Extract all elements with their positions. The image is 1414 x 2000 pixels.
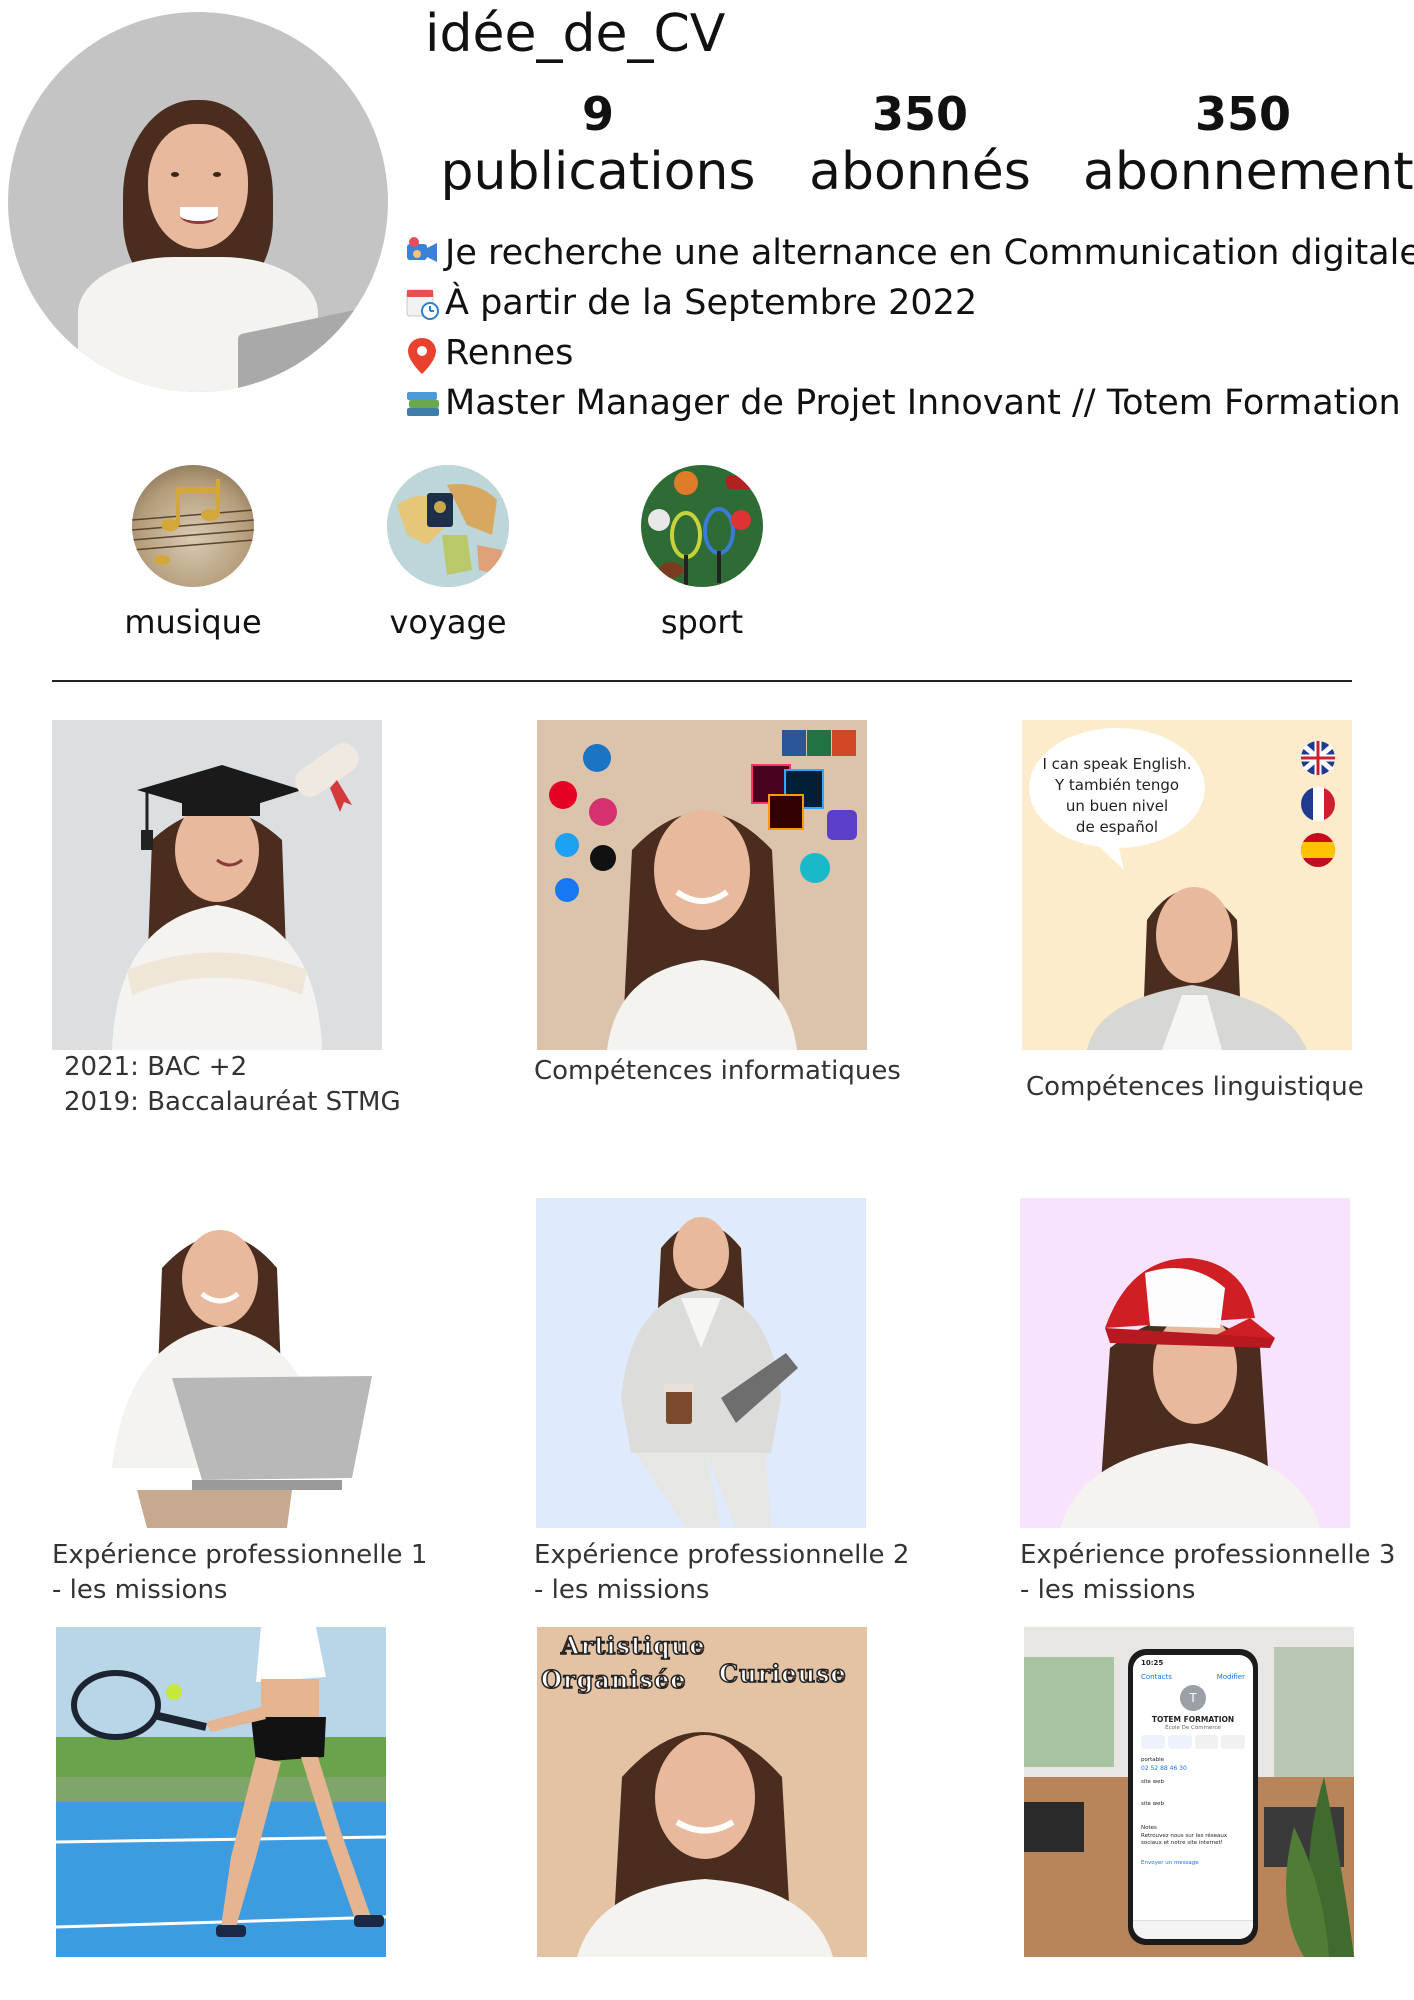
quality-word: Artistique: [560, 1630, 706, 1661]
cap-photo: [1060, 1258, 1320, 1528]
highlight-sport[interactable]: sport: [641, 465, 763, 641]
post-school-contact[interactable]: 10:25 Contacts Modifier T TOTEM FORMATIO…: [1024, 1627, 1354, 1957]
post-experience-3[interactable]: [1020, 1198, 1350, 1528]
bio-line-date: À partir de la Septembre 2022: [406, 280, 978, 326]
bio-text: À partir de la Septembre 2022: [445, 283, 978, 323]
profile-avatar[interactable]: [8, 12, 388, 392]
books-icon: [405, 386, 439, 420]
spain-flag-icon: [1301, 833, 1335, 867]
laptop-photo: [112, 1230, 372, 1528]
phone-frame: 10:25 Contacts Modifier T TOTEM FORMATIO…: [1128, 1649, 1258, 1945]
web-label-2: site web: [1141, 1801, 1165, 1807]
quality-word: Curieuse: [718, 1658, 847, 1689]
post-qualities[interactable]: Artistique Organisée Curieuse: [537, 1627, 867, 1957]
caption-line: Expérience professionnelle 3: [1020, 1540, 1396, 1570]
stat-label: abonnements: [1083, 142, 1414, 202]
phone-edit-link[interactable]: Modifier: [1217, 1673, 1245, 1681]
phone-label: portable: [1141, 1757, 1165, 1763]
quality-word: Organisée: [540, 1664, 687, 1695]
phone-screen: 10:25 Contacts Modifier T TOTEM FORMATIO…: [1133, 1655, 1253, 1939]
post-experience-2[interactable]: [536, 1198, 866, 1528]
mail-action-button[interactable]: [1221, 1735, 1245, 1749]
stat-publications[interactable]: 9 publications: [438, 86, 758, 202]
post-education[interactable]: [52, 720, 382, 1050]
social-icons: [549, 744, 617, 902]
contact-subtitle: École De Commerce: [1165, 1725, 1221, 1731]
caption-line: Compétences informatiques: [534, 1056, 901, 1086]
caption-line: Expérience professionnelle 2: [534, 1540, 910, 1570]
phone-tab-bar: [1133, 1920, 1253, 1939]
caption-line: - les missions: [1020, 1575, 1196, 1605]
post-computer-skills[interactable]: [537, 720, 867, 1050]
caption-line: Compétences linguistique: [1026, 1072, 1364, 1102]
speech-bubble: I can speak English. Y también tengo un …: [1022, 754, 1212, 838]
highlight-musique[interactable]: musique: [124, 465, 262, 641]
world-map-icon: [387, 465, 509, 587]
notes-text: Retrouvez nous sur les réseaux sociaux e…: [1141, 1833, 1228, 1846]
contact-actions: [1141, 1735, 1245, 1749]
notes-label: Notes: [1141, 1825, 1157, 1831]
username: idée_de_CV: [425, 4, 726, 64]
post-tennis[interactable]: [56, 1627, 386, 1957]
caption-line: Expérience professionnelle 1: [52, 1540, 428, 1570]
sports-equipment-icon: [641, 465, 763, 587]
highlight-label: sport: [660, 603, 744, 641]
highlight-label: voyage: [389, 603, 507, 641]
message-action-button[interactable]: [1141, 1735, 1165, 1749]
stat-label: publications: [440, 142, 756, 202]
calendar-clock-icon: [405, 286, 439, 320]
highlight-label: musique: [124, 603, 262, 641]
uk-flag-icon: [1301, 741, 1335, 775]
stat-label: abonnés: [809, 142, 1031, 202]
send-message-link[interactable]: Envoyer un message: [1141, 1860, 1199, 1866]
phone-back-link[interactable]: Contacts: [1141, 1673, 1172, 1681]
france-flag-icon: [1301, 787, 1335, 821]
caption-line: - les missions: [534, 1575, 710, 1605]
contact-avatar: T: [1180, 1685, 1206, 1711]
stat-followers[interactable]: 350 abonnés: [760, 86, 1080, 202]
bio-line-search: Je recherche une alternance en Communica…: [407, 230, 1414, 276]
tennis-photo: [56, 1627, 386, 1957]
stat-value: 9: [581, 87, 614, 141]
bio-text: Master Manager de Projet Innovant // Tot…: [445, 383, 1401, 423]
bio-text: Je recherche une alternance en Communica…: [445, 233, 1414, 273]
bubble-line: de español: [1075, 818, 1159, 836]
business-woman-photo: [621, 1217, 798, 1528]
computer-skills-photo: [549, 730, 857, 1050]
bubble-line: Y también tengo: [1054, 776, 1180, 794]
section-divider: [52, 680, 1352, 682]
post-caption: Expérience professionnelle 3 - les missi…: [1020, 1538, 1395, 1608]
bubble-line: I can speak English.: [1042, 755, 1192, 773]
bio-line-school: Master Manager de Projet Innovant // Tot…: [407, 380, 1401, 426]
contact-name: TOTEM FORMATION: [1151, 1715, 1235, 1724]
caption-line: - les missions: [52, 1575, 228, 1605]
phone-number[interactable]: 02 52 88 46 30: [1141, 1765, 1187, 1772]
post-caption: Compétences informatiques: [534, 1054, 901, 1089]
location-pin-icon: [405, 336, 439, 374]
bubble-line: un buen nivel: [1065, 797, 1169, 815]
music-notes-icon: [132, 465, 254, 587]
post-experience-1[interactable]: [52, 1198, 382, 1528]
stat-following[interactable]: 350 abonnements: [1083, 86, 1414, 202]
bio-line-location: Rennes: [408, 330, 574, 376]
stat-value: 350: [871, 87, 969, 141]
post-caption: Expérience professionnelle 2 - les missi…: [534, 1538, 909, 1608]
caption-line: 2019: Baccalauréat STMG: [64, 1087, 401, 1117]
bio-text: Rennes: [445, 333, 574, 373]
highlight-voyage[interactable]: voyage: [387, 465, 509, 641]
caption-line: 2021: BAC +2: [64, 1052, 248, 1082]
post-caption: Compétences linguistique: [1026, 1070, 1364, 1105]
post-languages[interactable]: I can speak English. Y también tengo un …: [1022, 720, 1352, 1050]
graduate-photo: [112, 743, 359, 1050]
phone-time: 10:25: [1141, 1659, 1164, 1667]
video-action-button[interactable]: [1194, 1735, 1219, 1749]
post-caption: 2021: BAC +2 2019: Baccalauréat STMG: [64, 1050, 401, 1120]
post-caption: Expérience professionnelle 1 - les missi…: [52, 1538, 427, 1608]
video-call-icon: [405, 236, 439, 270]
web-label: site web: [1141, 1779, 1165, 1785]
call-action-button[interactable]: [1167, 1735, 1192, 1749]
stat-value: 350: [1194, 87, 1292, 141]
